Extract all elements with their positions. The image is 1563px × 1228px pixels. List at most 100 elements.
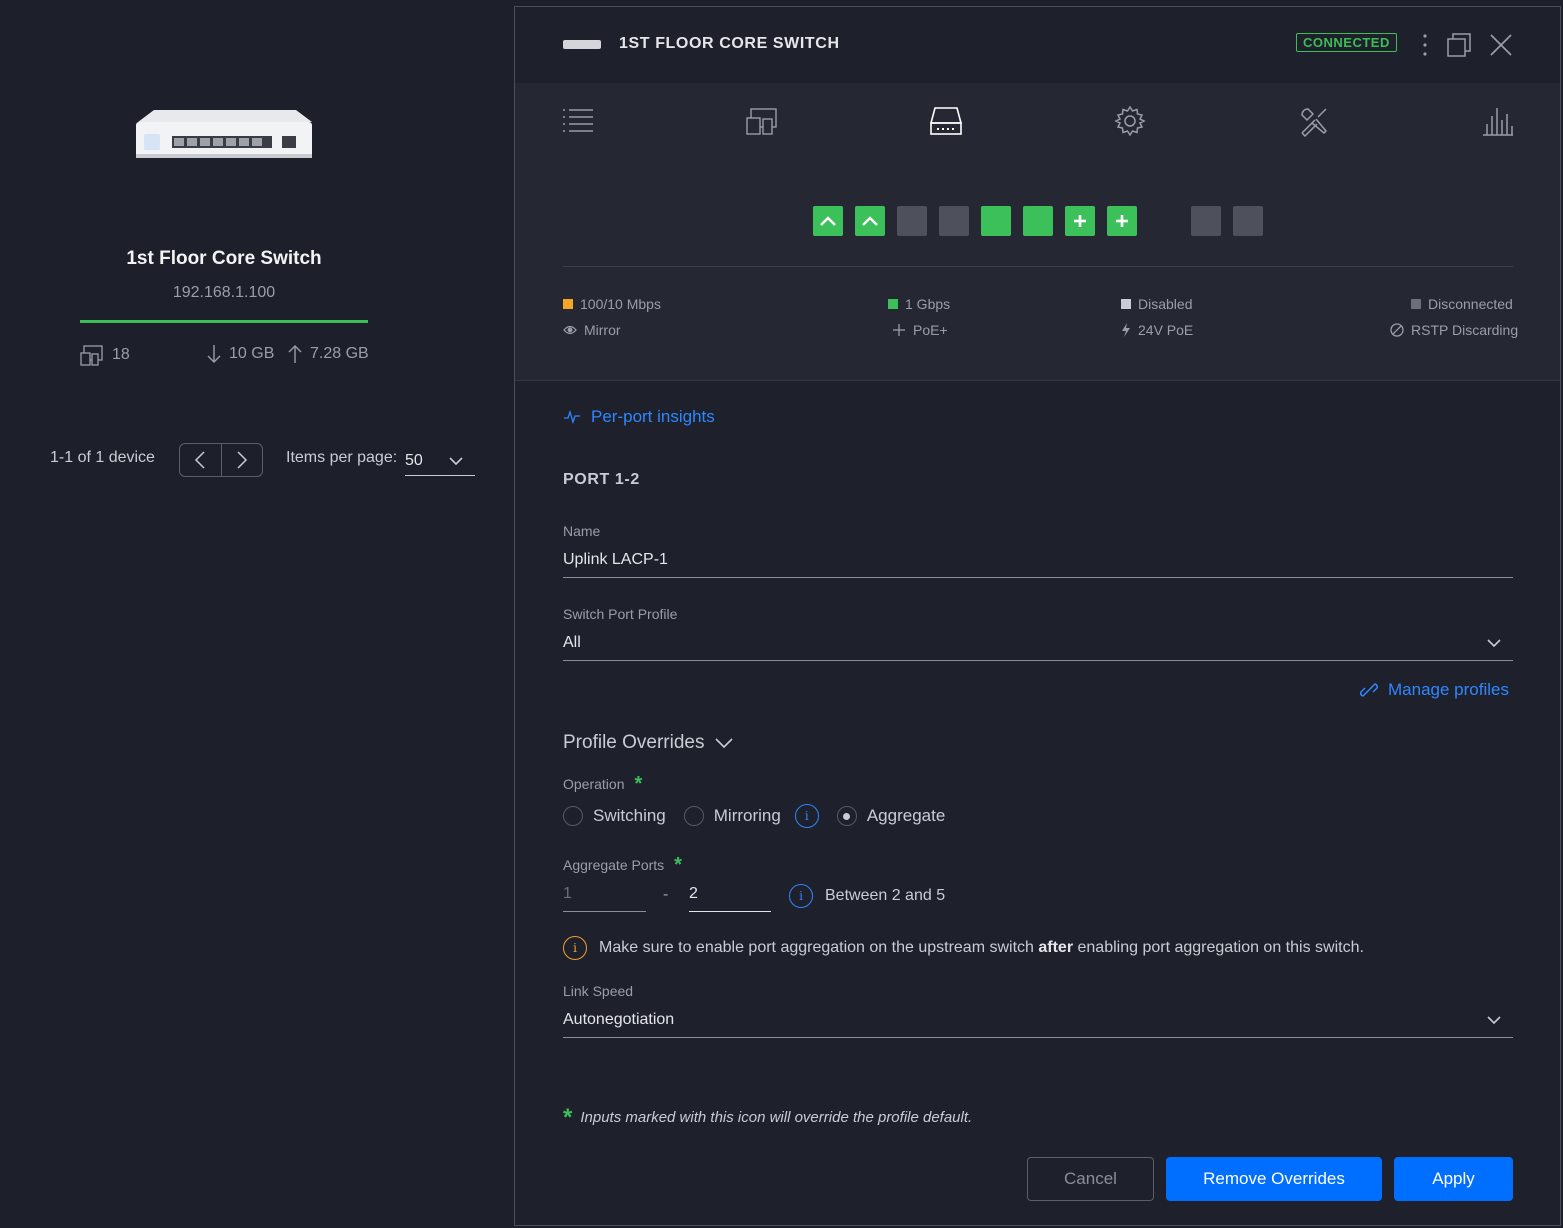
- radio-circle: [563, 806, 583, 826]
- legend-poe-plus-label: PoE+: [913, 322, 948, 338]
- cancel-button[interactable]: Cancel: [1027, 1157, 1154, 1201]
- remove-overrides-button[interactable]: Remove Overrides: [1166, 1157, 1382, 1201]
- download-arrow-icon: [207, 345, 221, 363]
- override-asterisk-icon: *: [563, 1103, 573, 1131]
- clients-devices-icon: [746, 108, 777, 135]
- tab-settings[interactable]: [1110, 101, 1150, 141]
- per-port-insights-link[interactable]: Per-port insights: [563, 407, 715, 427]
- port-5[interactable]: [981, 206, 1011, 236]
- pulse-icon: [564, 410, 580, 424]
- aggregate-hint: i Between 2 and 5: [789, 884, 945, 908]
- per-port-insights-label: Per-port insights: [591, 407, 715, 426]
- info-icon: i: [789, 884, 813, 908]
- warning-text-bold: after: [1038, 939, 1074, 956]
- port-6[interactable]: [1023, 206, 1053, 236]
- device-ip: 192.168.1.100: [172, 284, 276, 301]
- port-3[interactable]: [897, 206, 927, 236]
- aggregate-hint-text: Between 2 and 5: [825, 887, 946, 904]
- ports-icon: [929, 107, 963, 135]
- gray-square-icon: [1411, 299, 1421, 309]
- close-button[interactable]: [1485, 29, 1517, 61]
- pagination-summary: 1-1 of 1 device: [50, 449, 155, 466]
- prev-page-button[interactable]: [180, 444, 222, 476]
- tab-tools[interactable]: [1294, 101, 1334, 141]
- poe-plus-icon: [1116, 215, 1128, 227]
- radio-mirroring[interactable]: Mirroring: [683, 806, 781, 826]
- panel-header: 1ST FLOOR CORE SWITCH CONNECTED: [515, 7, 1560, 84]
- tab-statistics[interactable]: [1478, 101, 1518, 141]
- name-input[interactable]: Uplink LACP-1: [563, 543, 1513, 578]
- legend-poe-24v-label: 24V PoE: [1138, 322, 1194, 338]
- port-7[interactable]: [1065, 206, 1095, 236]
- warning-text-pre: Make sure to enable port aggregation on …: [599, 939, 1039, 956]
- switch-device-image[interactable]: [134, 108, 314, 160]
- popout-button[interactable]: [1443, 29, 1475, 61]
- upload-arrow-icon: [288, 345, 302, 363]
- port-4[interactable]: [939, 206, 969, 236]
- tab-ports[interactable]: [926, 101, 966, 141]
- eye-icon: [563, 325, 577, 335]
- legend-speed-100-label: 100/10 Mbps: [580, 296, 661, 312]
- tab-clients[interactable]: [742, 101, 782, 141]
- items-per-page-select[interactable]: 50: [405, 447, 475, 476]
- device-thumbnail-icon: [563, 40, 601, 49]
- chevron-down-icon: [1487, 1015, 1501, 1024]
- aggregate-ports-label: Aggregate Ports: [563, 857, 665, 873]
- legend-poe-24v: 24V PoE: [1121, 322, 1193, 338]
- aggregate-to-input[interactable]: 2: [689, 877, 771, 912]
- port-2[interactable]: [855, 206, 885, 236]
- chevron-down-icon: [714, 737, 733, 748]
- link-speed-label: Link Speed: [563, 983, 634, 999]
- operation-label: Operation: [563, 776, 625, 792]
- next-page-button[interactable]: [222, 444, 263, 476]
- legend-disconnected: Disconnected: [1411, 296, 1513, 312]
- warning-text-post: enabling port aggregation on this switch…: [1073, 939, 1364, 956]
- download-value: 10 GB: [229, 345, 275, 362]
- port-9[interactable]: [1191, 206, 1221, 236]
- radio-switching[interactable]: Switching: [563, 806, 666, 826]
- override-footnote: * Inputs marked with this icon will over…: [563, 1103, 973, 1131]
- close-icon: [1490, 34, 1512, 56]
- more-options-button[interactable]: [1409, 29, 1441, 61]
- profile-overrides-toggle[interactable]: Profile Overrides: [563, 732, 733, 754]
- aggregation-warning: i Make sure to enable port aggregation o…: [563, 936, 1513, 960]
- legend-speed-1g-label: 1 Gbps: [905, 296, 951, 312]
- override-asterisk-icon: *: [634, 773, 643, 795]
- port-10[interactable]: [1233, 206, 1263, 236]
- bar-chart-icon: [1483, 108, 1513, 136]
- aggregate-from-input[interactable]: 1: [563, 877, 646, 912]
- orange-square-icon: [563, 299, 573, 309]
- chevron-right-icon: [237, 451, 247, 469]
- radio-aggregate[interactable]: Aggregate: [836, 806, 946, 826]
- legend-disabled-label: Disabled: [1138, 296, 1193, 312]
- clients-stat: 18: [80, 344, 130, 366]
- tab-details[interactable]: [558, 101, 598, 141]
- legend-speed-1g: 1 Gbps: [888, 296, 950, 312]
- mirroring-info-icon[interactable]: i: [794, 804, 819, 828]
- blocked-icon: [1390, 323, 1404, 337]
- uplink-chevron-icon: [862, 216, 878, 226]
- uplink-chevron-icon: [820, 216, 836, 226]
- chevron-down-icon: [449, 456, 463, 465]
- apply-button[interactable]: Apply: [1394, 1157, 1513, 1201]
- radio-aggregate-label: Aggregate: [866, 806, 946, 825]
- ports-divider: [563, 266, 1513, 267]
- profile-label: Switch Port Profile: [563, 606, 678, 622]
- device-name[interactable]: 1st Floor Core Switch: [0, 248, 448, 270]
- chevron-down-icon: [1487, 638, 1501, 647]
- switch-port-profile-select[interactable]: All: [563, 626, 1513, 661]
- clients-count: 18: [112, 346, 130, 363]
- panel-title: 1ST FLOOR CORE SWITCH: [619, 35, 840, 52]
- link-speed-select[interactable]: Autonegotiation: [563, 1003, 1513, 1038]
- radio-mirroring-label: Mirroring: [713, 806, 781, 825]
- legend-rstp-label: RSTP Discarding: [1411, 322, 1519, 338]
- port-8[interactable]: [1107, 206, 1137, 236]
- link-speed-value: Autonegotiation: [563, 1011, 675, 1028]
- override-asterisk-icon: *: [674, 854, 682, 876]
- link-chain-icon: [1360, 683, 1378, 697]
- upload-stat: 7.28 GB: [288, 344, 369, 364]
- footnote-text: Inputs marked with this icon will overri…: [580, 1109, 973, 1126]
- manage-profiles-link[interactable]: Manage profiles: [1360, 680, 1509, 700]
- port-1[interactable]: [813, 206, 843, 236]
- operation-label-row: Operation *: [563, 773, 643, 795]
